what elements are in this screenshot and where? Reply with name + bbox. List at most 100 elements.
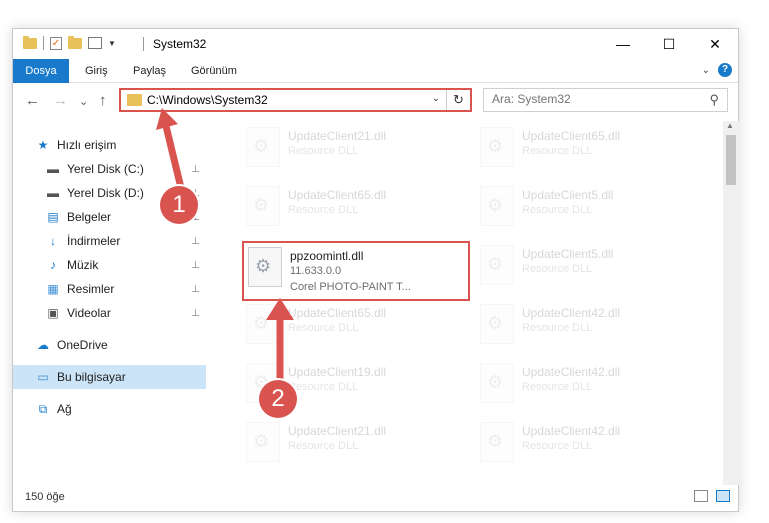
toolbar-divider [43,36,44,50]
cloud-icon: ☁ [37,338,49,352]
file-name: ppzoomintl.dll [290,249,364,263]
drive-icon: ▬ [47,162,59,176]
view-switcher [694,490,730,502]
file-tile[interactable]: UpdateClient42.dll Resource DLL [476,418,696,474]
sidebar-item-label: OneDrive [57,338,108,352]
pin-icon[interactable]: ⊥ [191,284,200,295]
file-detail: Resource DLL [288,145,359,157]
refresh-button[interactable]: ↻ [446,90,470,110]
sidebar-item[interactable]: ▭ Bu bilgisayar [13,365,206,389]
pin-icon[interactable]: ⊥ [191,236,200,247]
file-tile[interactable]: UpdateClient21.dll Resource DLL [242,418,462,474]
dll-file-icon [480,186,514,226]
forward-button[interactable]: → [53,92,68,109]
sidebar-item[interactable]: ♪ Müzik ⊥ [13,253,206,277]
vertical-scrollbar[interactable]: ▲ [723,121,739,485]
properties-check-icon[interactable]: ✓ [50,36,62,50]
help-icon[interactable]: ? [718,63,732,77]
ribbon-controls: ⌄ ? [702,63,732,77]
sidebar-item-label: Ağ [57,402,72,416]
download-icon: ↓ [50,234,56,248]
file-tile[interactable]: UpdateClient21.dll Resource DLL [242,123,462,179]
recent-locations-icon[interactable]: ⌄ [79,95,88,108]
properties-icon[interactable] [88,37,102,49]
sidebar-item-label: İndirmeler [67,234,121,248]
folder-icon [23,35,37,49]
file-tile[interactable]: UpdateClient65.dll Resource DLL [242,182,462,238]
sidebar-item[interactable]: ⧉ Ağ [13,397,206,421]
file-detail: Resource DLL [522,204,593,216]
dll-file-icon [246,127,280,167]
sidebar-item[interactable]: ☁ OneDrive [13,333,206,357]
sidebar-item[interactable]: ▣ Videolar ⊥ [13,301,206,325]
scrollbar-thumb[interactable] [726,135,736,185]
file-detail: Resource DLL [522,145,593,157]
file-detail: Resource DLL [522,381,593,393]
star-icon: ★ [37,138,49,152]
window-title: System32 [153,37,207,51]
file-name: UpdateClient5.dll [522,247,614,261]
maximize-button[interactable]: ☐ [646,29,692,59]
drive-icon: ▬ [47,186,59,200]
sidebar-item-label: Resimler [67,282,115,296]
dll-file-icon [480,127,514,167]
folder-icon [127,94,142,106]
pictures-icon: ▦ [47,282,59,296]
new-folder-icon[interactable] [68,35,82,49]
search-input[interactable] [492,92,692,106]
search-box[interactable]: ⚲ [483,88,728,112]
pin-icon[interactable]: ⊥ [191,308,200,319]
customize-toolbar-dropdown-icon[interactable]: ▼ [108,39,116,48]
back-button[interactable]: ← [25,92,40,109]
minimize-button[interactable]: — [600,29,646,59]
tiles-view-icon[interactable] [716,490,730,502]
sidebar-item[interactable]: ↓ İndirmeler ⊥ [13,229,206,253]
search-icon[interactable]: ⚲ [709,92,719,108]
network-icon: ⧉ [38,401,48,416]
sidebar-item-label: Videolar [67,306,111,320]
sidebar-item-label: Belgeler [67,210,112,224]
computer-icon: ▭ [37,370,49,384]
up-button[interactable]: ↑ [99,92,107,109]
file-detail: Resource DLL [288,440,359,452]
quick-access-toolbar: ✓ ▼ [23,35,116,50]
window-controls: — ☐ ✕ [600,29,738,59]
file-name: UpdateClient65.dll [288,188,387,202]
tab-share[interactable]: Paylaş [121,59,178,83]
title-divider [143,37,144,51]
file-name: UpdateClient42.dll [522,424,621,438]
item-count: 150 öğe [25,491,65,503]
close-button[interactable]: ✕ [692,29,738,59]
navigation-bar: ← → ⌄ ↑ C:\Windows\System32 ⌄ ↻ ⚲ [13,84,738,118]
dll-file-icon [480,245,514,285]
document-icon: ▤ [47,210,59,224]
sidebar-item-label: Bu bilgisayar [57,370,126,384]
explorer-window: ✓ ▼ System32 — ☐ ✕ Dosya Giriş Paylaş Gö… [12,28,739,512]
sidebar-item-label: Yerel Disk (D:) [67,186,144,200]
file-name: UpdateClient21.dll [288,424,387,438]
dll-file-icon [480,304,514,344]
file-detail: Resource DLL [522,263,593,275]
pin-icon[interactable]: ⊥ [191,260,200,271]
sidebar-item[interactable]: ▦ Resimler ⊥ [13,277,206,301]
file-tile[interactable]: UpdateClient5.dll Resource DLL [476,241,696,297]
address-dropdown-icon[interactable]: ⌄ [432,93,440,104]
tab-home[interactable]: Giriş [73,59,120,83]
file-tile[interactable]: UpdateClient65.dll Resource DLL [476,123,696,179]
file-detail: Resource DLL [288,204,359,216]
tab-file[interactable]: Dosya [13,59,69,83]
file-tile[interactable]: UpdateClient42.dll Resource DLL [476,359,696,415]
details-view-icon[interactable] [694,490,708,502]
dll-file-icon [480,363,514,403]
tab-view[interactable]: Görünüm [179,59,249,83]
dll-file-icon [248,247,282,287]
status-bar: 150 öğe [13,485,738,511]
music-icon: ♪ [50,258,56,272]
file-tile[interactable]: UpdateClient42.dll Resource DLL [476,300,696,356]
title-bar: ✓ ▼ System32 — ☐ ✕ [13,29,738,59]
expand-ribbon-icon[interactable]: ⌄ [702,65,710,76]
scroll-up-icon[interactable]: ▲ [726,121,734,130]
sidebar-item-label: Yerel Disk (C:) [67,162,144,176]
file-tile-selected[interactable]: ppzoomintl.dll 11.633.0.0 Corel PHOTO-PAIN… [242,241,470,301]
file-tile[interactable]: UpdateClient5.dll Resource DLL [476,182,696,238]
